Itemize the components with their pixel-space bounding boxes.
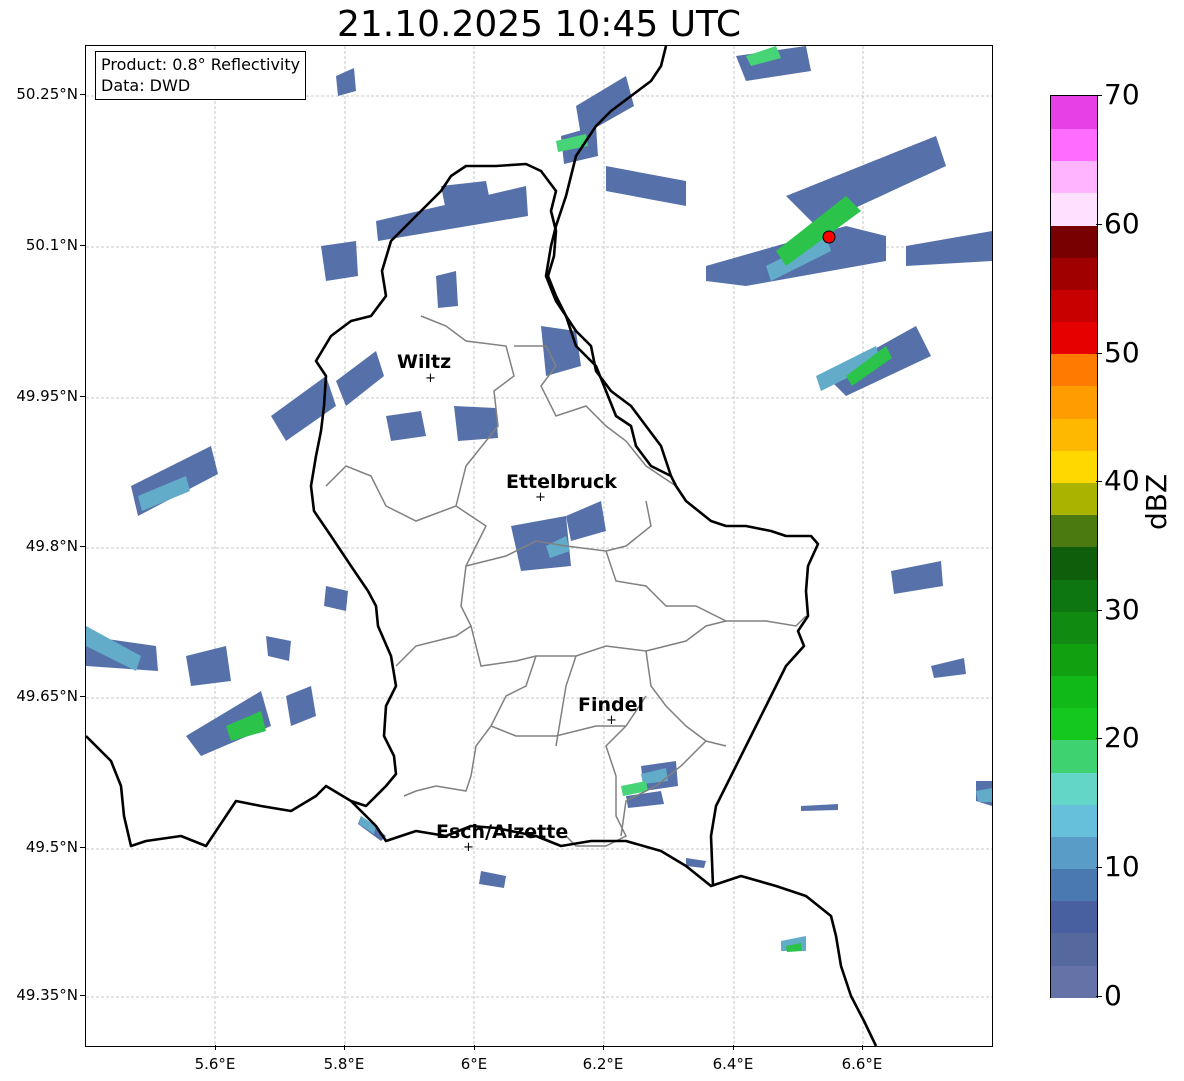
colorbar-tick: 60	[1096, 207, 1140, 240]
lon-tick: 6.4°E	[693, 1045, 773, 1073]
city-label-esch-alzette: Esch/Alzette	[436, 821, 569, 843]
colorbar-segment	[1051, 256, 1097, 290]
city-label-ettelbruck: Ettelbruck	[506, 471, 617, 493]
lon-tick: 6.6°E	[822, 1045, 902, 1073]
city-marker-wiltz: +	[425, 371, 436, 386]
colorbar-segment	[1051, 610, 1097, 644]
colorbar-segment	[1051, 321, 1097, 355]
colorbar-segment	[1051, 128, 1097, 162]
colorbar-segment	[1051, 836, 1097, 870]
colorbar-segment	[1051, 868, 1097, 902]
city-marker-findel: +	[606, 713, 617, 728]
colorbar-segment	[1051, 900, 1097, 934]
colorbar-segment	[1051, 160, 1097, 194]
colorbar-segment	[1051, 803, 1097, 837]
product-info-box: Product: 0.8° Reflectivity Data: DWD	[95, 51, 307, 100]
radar-map	[85, 45, 993, 1047]
colorbar-label: dBZ	[1140, 473, 1173, 530]
lat-tick: 49.95°N	[8, 387, 85, 405]
lon-tick: 5.8°E	[304, 1045, 384, 1073]
colorbar-segment	[1051, 514, 1097, 548]
lon-tick: 6°E	[434, 1045, 514, 1073]
city-marker-esch-alzette: +	[463, 840, 474, 855]
colorbar-segment	[1051, 739, 1097, 773]
lat-tick: 50.1°N	[8, 236, 85, 254]
colorbar-segment	[1051, 771, 1097, 805]
colorbar-segment	[1051, 289, 1097, 323]
lat-tick: 49.8°N	[8, 537, 85, 555]
lat-tick: 49.35°N	[8, 986, 85, 1004]
colorbar-segment	[1051, 417, 1097, 451]
colorbar-segment	[1051, 353, 1097, 387]
city-label-wiltz: Wiltz	[397, 351, 452, 373]
colorbar-segment	[1051, 546, 1097, 580]
radar-site-marker	[822, 230, 836, 244]
colorbar-tick: 20	[1096, 721, 1140, 754]
colorbar-tick: 40	[1096, 464, 1140, 497]
colorbar-tick: 10	[1096, 850, 1140, 883]
city-marker-ettelbruck: +	[535, 490, 546, 505]
colorbar-segment	[1051, 96, 1097, 129]
colorbar-segment	[1051, 224, 1097, 258]
product-label: Product: 0.8° Reflectivity	[101, 55, 301, 74]
lat-tick: 49.65°N	[8, 687, 85, 705]
colorbar-segment	[1051, 932, 1097, 966]
colorbar-segment	[1051, 449, 1097, 483]
colorbar-segment	[1051, 385, 1097, 419]
colorbar-segment	[1051, 964, 1097, 998]
colorbar-segment	[1051, 192, 1097, 226]
lat-tick: 49.5°N	[8, 838, 85, 856]
colorbar-tick: 0	[1096, 979, 1122, 1012]
lon-tick: 5.6°E	[175, 1045, 255, 1073]
colorbar-segment	[1051, 675, 1097, 709]
colorbar-tick: 30	[1096, 593, 1140, 626]
colorbar-tick: 50	[1096, 336, 1140, 369]
colorbar-tick: 70	[1096, 78, 1140, 111]
dbz-colorbar	[1050, 95, 1098, 998]
lon-tick: 6.2°E	[563, 1045, 643, 1073]
data-source-label: Data: DWD	[101, 76, 191, 95]
colorbar-segment	[1051, 482, 1097, 516]
colorbar-segment	[1051, 578, 1097, 612]
colorbar-segment	[1051, 707, 1097, 741]
colorbar-segment	[1051, 643, 1097, 677]
lat-tick: 50.25°N	[8, 85, 85, 103]
map-title: 21.10.2025 10:45 UTC	[336, 4, 742, 45]
